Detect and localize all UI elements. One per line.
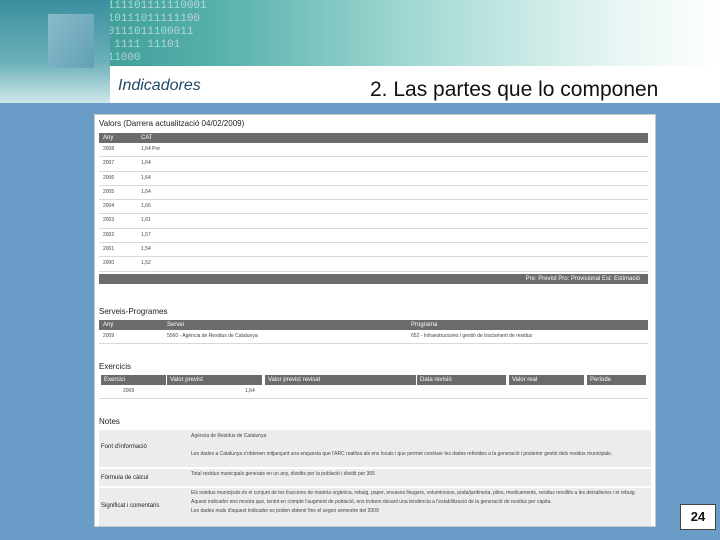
header-cat: CAT [141,135,153,141]
valors-any: 2006 [103,174,115,181]
valors-any: 2004 [103,203,115,210]
serveis-title: Serveis-Programes [99,307,168,316]
notes-significat-label: Significat i comentaris [101,503,160,509]
section-label: Indicadores [118,77,201,94]
valors-cat: 1,64 [141,188,151,195]
valors-cat: 1,64 [141,174,151,181]
window-graphic [48,14,94,68]
page-number: 24 [680,504,716,530]
valors-row: 2002 1,57 [99,229,648,244]
exercicis-exercici: 2009 [123,388,135,394]
valors-row: 2007 1,64 [99,157,648,172]
exercicis-section: Exercicis Exercici Valor previst Valor p… [99,362,651,400]
valors-row: 2006 1,64 [99,172,648,186]
valors-cat: 1,66 [141,203,151,210]
slide-title: 2. Las partes que lo componen [370,78,659,101]
notes-significat-text: Els residus municipals és el conjunt de … [191,490,636,514]
serveis-header-any: Any [103,322,114,328]
serveis-header-bar: Any Servei Programa [99,320,648,330]
valors-row: 2005 1,64 [99,186,648,201]
valors-section: Valors (Darrera actualització 04/02/2009… [99,119,651,284]
valors-any: 2001 [103,246,115,253]
binary-graphic [0,0,110,103]
valors-any: 2000 [103,260,115,267]
valors-legend: Pre: Previst Pro: Provisional Est: Estim… [525,275,640,282]
exercicis-header-exercici: Exercici [101,375,166,385]
notes-formula-text: Total residus municipals generats en un … [191,471,375,477]
notes-formula-label: Fórmula de càlcul [101,475,149,481]
valors-any: 2003 [103,217,115,224]
valors-cat: 1,54 [141,246,151,253]
exercicis-header-data-revisio: Data revisió [417,375,506,385]
valors-row: 2001 1,54 [99,243,648,258]
valors-cat: 1,57 [141,231,151,238]
valors-cat: 1,52 [141,260,151,267]
serveis-section: Serveis-Programes Any Servei Programa 20… [99,307,651,345]
valors-header-bar: Any CAT [99,133,648,143]
notes-formula-row: Fórmula de càlcul Total residus municipa… [99,469,651,486]
serveis-servei[interactable]: 5560 - Agència de Residus de Catalunya [167,330,258,343]
notes-title: Notes [99,417,120,426]
serveis-header-programa: Programa [411,322,438,328]
header-any: Any [103,135,114,141]
slide-header: 1011111100CO1100111101111110001 00011111… [0,0,720,103]
serveis-header-servei: Servei [167,322,185,328]
notes-significat-row: Significat i comentaris Els residus muni… [99,488,651,526]
serveis-programa[interactable]: 652 - Infraestructures i gestió de tract… [411,330,532,343]
valors-any: 2007 [103,160,115,167]
valors-any: 2005 [103,188,115,195]
exercicis-header-bar: Exercici Valor previst Valor previst rev… [99,375,648,385]
exercicis-header-valor-real: Valor real [509,375,584,385]
valors-row: 2003 1,61 [99,214,648,229]
valors-legend-bar: Pre: Previst Pro: Provisional Est: Estim… [99,273,648,284]
valors-title: Valors (Darrera actualització 04/02/2009… [99,119,245,128]
notes-font-row: Font d'informació Agència de Residus de … [99,430,651,467]
valors-any: 2002 [103,231,115,238]
notes-font-label: Font d'informació [101,444,147,450]
exercicis-header-valor-revisat: Valor previst revisat [265,375,416,385]
valors-row: 2004 1,66 [99,200,648,215]
valors-any: 2008 [103,146,115,152]
notes-font-text: Agència de Residus de Catalunya Les dade… [191,433,613,457]
exercicis-title: Exercicis [99,362,132,371]
notes-section: Notes [99,417,651,426]
exercicis-row: 2009 1,64 [99,385,648,400]
exercicis-valor-previst: 1,64 [245,388,255,394]
exercicis-header-periode: Període [587,375,646,385]
indicator-document: Valors (Darrera actualització 04/02/2009… [94,114,656,527]
valors-row: 2000 1,52 [99,257,648,272]
valors-row: 2008 1,64 Pre [99,143,648,158]
valors-cat: 1,64 [141,160,151,167]
serveis-row: 2009 5560 - Agència de Residus de Catalu… [99,330,648,345]
serveis-any: 2009 [103,333,115,339]
valors-cat: 1,61 [141,217,151,224]
exercicis-header-valor-previst: Valor previst [167,375,262,385]
valors-cat: 1,64 Pre [141,146,160,152]
